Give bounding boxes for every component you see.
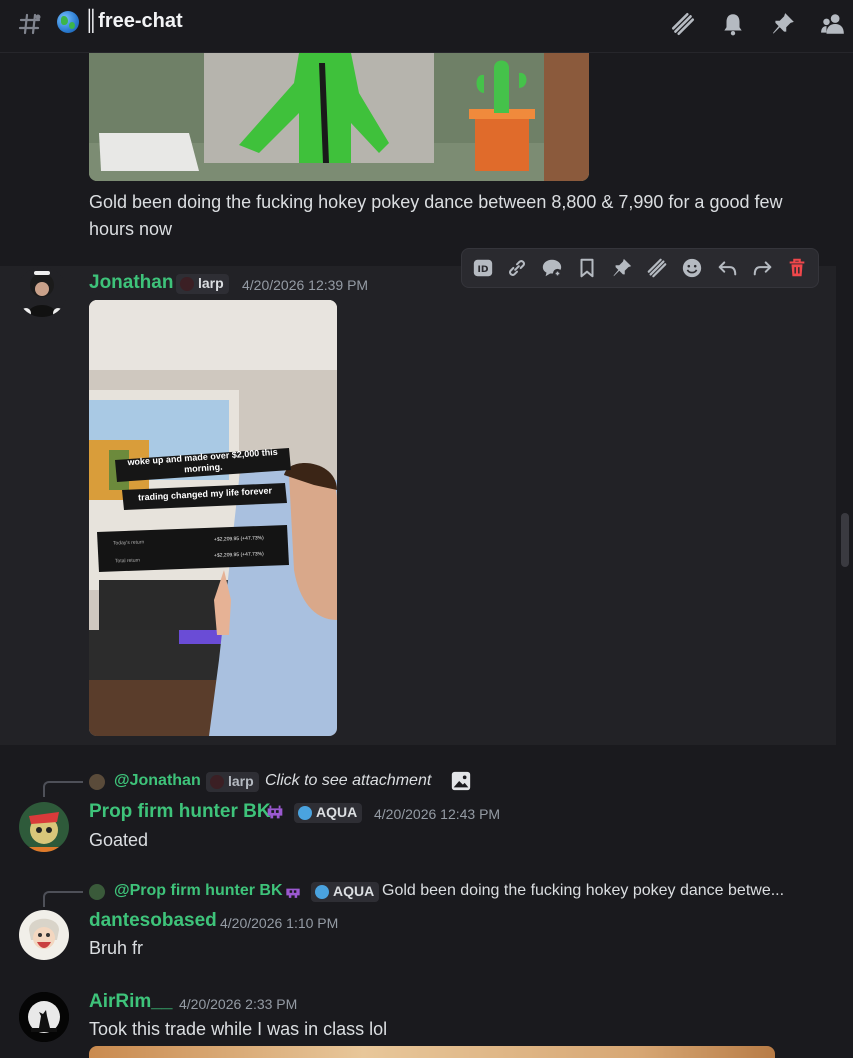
avatar[interactable] (19, 802, 69, 852)
link-icon[interactable] (506, 257, 528, 279)
message-text: Bruh fr (89, 938, 144, 958)
reply-role-tag: larp (206, 772, 259, 792)
water-drop-icon (298, 806, 312, 820)
emoji-icon[interactable] (681, 257, 703, 279)
role-tag-icon (210, 775, 224, 789)
message-username[interactable]: dantesobased (89, 910, 217, 932)
scrollbar-thumb[interactable] (841, 513, 849, 567)
reply-icon[interactable] (716, 257, 738, 279)
thread-icon[interactable] (541, 257, 563, 279)
reply-role-tag: AQUA (311, 882, 380, 902)
water-drop-icon (315, 885, 329, 899)
threads-icon[interactable] (646, 257, 668, 279)
message-toolbar: ID (461, 248, 819, 288)
channel-header: ║free-chat (0, 0, 853, 53)
bell-icon[interactable] (720, 11, 746, 37)
image-icon (451, 771, 471, 791)
message-list[interactable]: Gold been doing the fucking hokey pokey … (0, 53, 853, 1058)
reply-connector (43, 891, 83, 907)
hashtag-icon (18, 13, 41, 35)
alien-badge-icon (267, 805, 283, 819)
message-text: Gold been doing the fucking hokey pokey … (89, 192, 783, 239)
pin-icon[interactable] (611, 257, 633, 279)
photo-caption-line2: morning. (183, 461, 223, 475)
message-timestamp: 4/20/2026 2:33 PM (179, 996, 298, 1012)
channel-name: ║free-chat (84, 10, 183, 32)
delete-icon[interactable] (786, 257, 808, 279)
role-tag: AQUA (294, 803, 363, 823)
reply-username[interactable]: @Prop firm hunter BK (114, 882, 283, 900)
trade-attachment-image[interactable] (89, 1046, 775, 1058)
forward-icon[interactable] (752, 257, 774, 279)
reply-username[interactable]: @Jonathan (114, 772, 201, 790)
reply-avatar[interactable] (89, 884, 105, 900)
reply-avatar[interactable] (89, 774, 105, 790)
message-timestamp: 4/20/2026 12:43 PM (374, 806, 501, 822)
id-icon[interactable]: ID (472, 257, 494, 279)
role-tag-icon (180, 277, 194, 291)
cartoon-attachment-image[interactable] (89, 53, 589, 181)
avatar[interactable] (19, 992, 69, 1042)
reply-preview-text[interactable]: Gold been doing the fucking hokey pokey … (382, 882, 784, 900)
photo-row1-label: Today's return (112, 539, 145, 547)
message-timestamp: 4/20/2026 12:39 PM (242, 277, 369, 293)
message-timestamp: 4/20/2026 1:10 PM (220, 915, 339, 931)
message-username[interactable]: Jonathan (89, 272, 173, 294)
threads-icon[interactable] (670, 11, 696, 37)
alien-badge-icon (286, 888, 300, 898)
members-icon[interactable] (820, 11, 846, 37)
message-username[interactable]: AirRim__ (89, 991, 172, 1013)
reply-connector (43, 781, 83, 797)
avatar[interactable] (17, 267, 67, 317)
photo-attachment[interactable]: woke up and made over $2,000 this mornin… (89, 300, 337, 736)
bookmark-icon[interactable] (576, 257, 598, 279)
message-text: Goated (89, 830, 149, 850)
pin-icon[interactable] (770, 11, 796, 37)
avatar[interactable] (19, 910, 69, 960)
photo-row2-label: Total return (114, 557, 141, 565)
reply-preview-text[interactable]: Click to see attachment (265, 772, 431, 790)
role-tag: larp (176, 274, 229, 294)
message-text: Took this trade while I was in class lol (89, 1019, 388, 1039)
message-username[interactable]: Prop firm hunter BK (89, 801, 271, 823)
svg-text:ID: ID (477, 264, 488, 275)
globe-icon (57, 11, 79, 33)
